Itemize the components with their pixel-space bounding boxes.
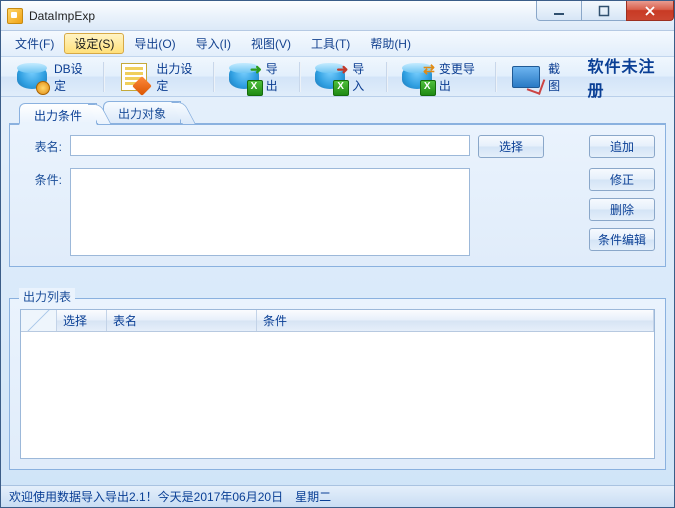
output-list-group: 出力列表 选择 表名 条件: [9, 281, 666, 470]
note-pencil-icon: [118, 61, 150, 93]
status-text: 欢迎使用数据导入导出2.1！今天是2017年06月20日 星期二: [9, 488, 331, 505]
condition-input[interactable]: [70, 168, 470, 256]
tool-out-config-label: 出力设定: [156, 60, 199, 94]
statusbar: 欢迎使用数据导入导出2.1！今天是2017年06月20日 星期二: [1, 485, 674, 507]
grid-corner[interactable]: [21, 310, 57, 331]
toolbar-separator: [386, 62, 388, 92]
db-import-icon: ➜: [314, 61, 346, 93]
toolbar-separator: [299, 62, 301, 92]
client-area: 出力条件 出力对象 表名: 选择 追加 条件: 修正 删除 条件编辑: [1, 97, 674, 485]
output-list-label: 出力列表: [19, 288, 75, 305]
menu-export[interactable]: 导出(O): [124, 31, 185, 56]
output-grid[interactable]: 选择 表名 条件: [20, 309, 655, 459]
db-export-icon: ➜: [228, 61, 260, 93]
app-icon: [7, 8, 23, 24]
menu-settings[interactable]: 设定(S): [64, 33, 124, 54]
tab-row: 出力条件 出力对象: [9, 103, 666, 125]
window-controls: [537, 1, 674, 21]
database-icon: [16, 61, 48, 93]
screenshot-icon: [510, 61, 542, 93]
delete-button[interactable]: 删除: [589, 198, 655, 221]
minimize-button[interactable]: [536, 1, 582, 21]
close-button[interactable]: [626, 1, 674, 21]
tool-screenshot[interactable]: 截图: [501, 60, 578, 94]
maximize-button[interactable]: [581, 1, 627, 21]
tool-export[interactable]: ➜ 导出: [219, 60, 296, 94]
tab-output-target[interactable]: 出力对象: [103, 101, 181, 123]
menubar: 文件(F) 设定(S) 导出(O) 导入(I) 视图(V) 工具(T) 帮助(H…: [1, 31, 674, 57]
menu-tools[interactable]: 工具(T): [301, 31, 360, 56]
grid-col-cond[interactable]: 条件: [257, 310, 654, 331]
table-name-input[interactable]: [70, 135, 470, 156]
close-icon: [644, 5, 656, 17]
unregistered-label: 软件未注册: [588, 53, 668, 101]
toolbar: DB设定 出力设定 ➜ 导出 ➜ 导入 ⇄ 变更导出 截图 软件未注册: [1, 57, 674, 97]
toolbar-separator: [213, 62, 215, 92]
grid-col-table[interactable]: 表名: [107, 310, 257, 331]
add-button[interactable]: 追加: [589, 135, 655, 158]
tool-db-config-label: DB设定: [54, 60, 90, 94]
tool-change-export-label: 变更导出: [439, 60, 482, 94]
toolbar-separator: [103, 62, 105, 92]
tool-import[interactable]: ➜ 导入: [305, 60, 382, 94]
menu-file[interactable]: 文件(F): [5, 31, 64, 56]
modify-button[interactable]: 修正: [589, 168, 655, 191]
grid-body[interactable]: [21, 332, 654, 458]
maximize-icon: [598, 5, 610, 17]
table-name-label: 表名:: [20, 135, 62, 155]
tool-change-export[interactable]: ⇄ 变更导出: [392, 60, 491, 94]
grid-header: 选择 表名 条件: [21, 310, 654, 332]
db-swap-icon: ⇄: [401, 61, 433, 93]
tool-screenshot-label: 截图: [548, 60, 569, 94]
condition-label: 条件:: [20, 168, 62, 188]
minimize-icon: [553, 5, 565, 17]
tool-out-config[interactable]: 出力设定: [109, 60, 208, 94]
menu-help[interactable]: 帮助(H): [360, 31, 421, 56]
tool-import-label: 导入: [352, 60, 373, 94]
titlebar: DataImpExp: [1, 1, 674, 31]
output-conditions-panel: 表名: 选择 追加 条件: 修正 删除 条件编辑: [9, 125, 666, 267]
toolbar-separator: [495, 62, 497, 92]
grid-col-select[interactable]: 选择: [57, 310, 107, 331]
menu-view[interactable]: 视图(V): [241, 31, 301, 56]
tab-output-conditions[interactable]: 出力条件: [19, 103, 97, 125]
select-button[interactable]: 选择: [478, 135, 544, 158]
app-window: DataImpExp 文件(F) 设定(S) 导出(O) 导入(I) 视图(V)…: [0, 0, 675, 508]
tool-export-label: 导出: [266, 60, 287, 94]
window-title: DataImpExp: [29, 9, 95, 23]
cond-edit-button[interactable]: 条件编辑: [589, 228, 655, 251]
menu-import[interactable]: 导入(I): [186, 31, 241, 56]
tool-db-config[interactable]: DB设定: [7, 60, 99, 94]
